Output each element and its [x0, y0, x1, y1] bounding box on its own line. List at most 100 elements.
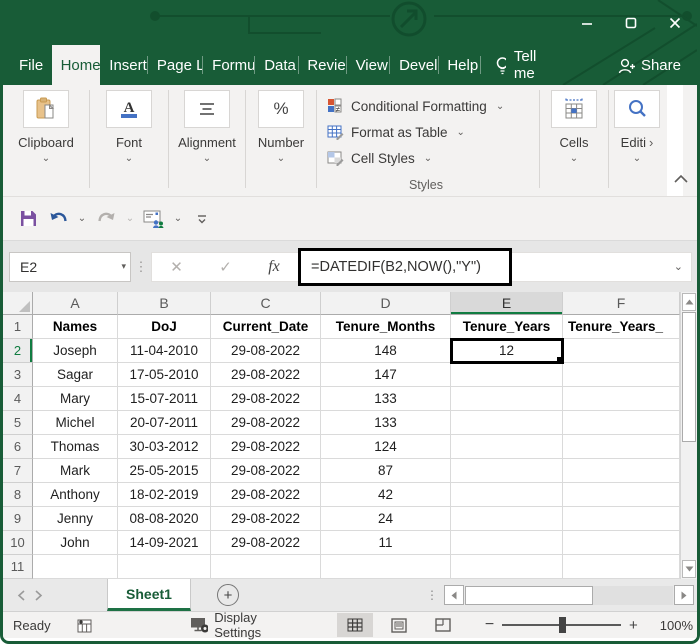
tab-file[interactable]: File [3, 45, 52, 85]
cell-E6[interactable] [451, 435, 563, 459]
redo-dropdown-icon[interactable]: ⌄ [123, 213, 137, 224]
row-header-7[interactable]: 7 [3, 459, 33, 483]
vertical-scroll-thumb[interactable] [682, 312, 696, 442]
cell-A8[interactable]: Anthony [33, 483, 118, 507]
cell-C2[interactable]: 29-08-2022 [211, 339, 321, 363]
cell-D6[interactable]: 124 [321, 435, 451, 459]
cell-A7[interactable]: Mark [33, 459, 118, 483]
cell-D3[interactable]: 147 [321, 363, 451, 387]
horizontal-scrollbar[interactable] [444, 579, 697, 611]
row-header-6[interactable]: 6 [3, 435, 33, 459]
column-header-C[interactable]: C [211, 292, 321, 315]
cell-F5[interactable] [563, 411, 680, 435]
row-header-10[interactable]: 10 [3, 531, 33, 555]
macro-record-button[interactable] [77, 618, 92, 633]
cell-C10[interactable]: 29-08-2022 [211, 531, 321, 555]
tab-page-layout[interactable]: Page L [148, 45, 203, 85]
cell-A1[interactable]: Names [33, 315, 118, 339]
cell-D5[interactable]: 133 [321, 411, 451, 435]
share-button[interactable]: Share [601, 45, 697, 85]
page-layout-view-button[interactable] [381, 613, 417, 637]
column-header-E[interactable]: E [451, 292, 563, 315]
horizontal-scroll-track[interactable] [593, 586, 673, 605]
cell-C3[interactable]: 29-08-2022 [211, 363, 321, 387]
formula-bar-handle-icon[interactable]: ⋮ [131, 259, 151, 275]
cell-B4[interactable]: 15-07-2011 [118, 387, 211, 411]
maximize-button[interactable] [609, 6, 653, 40]
tab-insert[interactable]: Insert [100, 45, 147, 85]
tab-data[interactable]: Data [255, 45, 297, 85]
tab-view[interactable]: View [347, 45, 390, 85]
font-group-button[interactable]: A Font ⌄ [90, 85, 168, 196]
row-header-2[interactable]: 2 [3, 339, 33, 363]
scroll-up-button[interactable] [682, 293, 696, 311]
tab-strip-handle-icon[interactable]: ⋮ [420, 588, 444, 602]
cell-F1[interactable]: Tenure_Years_ [563, 315, 680, 339]
alignment-group-button[interactable]: Alignment ⌄ [169, 85, 245, 196]
cell-E3[interactable] [451, 363, 563, 387]
zoom-level[interactable]: 100% [656, 618, 697, 633]
cell-F10[interactable] [563, 531, 680, 555]
cell-C5[interactable]: 29-08-2022 [211, 411, 321, 435]
row-header-11[interactable]: 11 [3, 555, 33, 579]
alignment-button[interactable] [184, 90, 230, 128]
cell-C7[interactable]: 29-08-2022 [211, 459, 321, 483]
cell-A11[interactable] [33, 555, 118, 579]
cell-D11[interactable] [321, 555, 451, 579]
cell-E4[interactable] [451, 387, 563, 411]
cell-E8[interactable] [451, 483, 563, 507]
tab-home[interactable]: Home [52, 45, 101, 85]
cell-E11[interactable] [451, 555, 563, 579]
save-button[interactable] [15, 206, 41, 232]
scroll-left-button[interactable] [444, 585, 464, 605]
cell-F6[interactable] [563, 435, 680, 459]
row-header-8[interactable]: 8 [3, 483, 33, 507]
next-sheet-icon[interactable] [35, 590, 43, 601]
minimize-button[interactable] [565, 6, 609, 40]
scroll-down-button[interactable] [682, 560, 696, 578]
column-header-D[interactable]: D [321, 292, 451, 315]
cell-F9[interactable] [563, 507, 680, 531]
cells-button[interactable] [551, 90, 597, 128]
cell-B7[interactable]: 25-05-2015 [118, 459, 211, 483]
cell-D10[interactable]: 11 [321, 531, 451, 555]
clipboard-button[interactable] [23, 90, 69, 128]
cell-F11[interactable] [563, 555, 680, 579]
cell-E2[interactable]: 12 [451, 339, 563, 363]
tab-formulas[interactable]: Formu [203, 45, 254, 85]
cell-E9[interactable] [451, 507, 563, 531]
cell-C6[interactable]: 29-08-2022 [211, 435, 321, 459]
email-button[interactable] [141, 206, 167, 232]
cell-B3[interactable]: 17-05-2010 [118, 363, 211, 387]
cell-A4[interactable]: Mary [33, 387, 118, 411]
vertical-scroll-track[interactable] [681, 442, 697, 559]
formula-text[interactable]: =DATEDIF(B2,NOW(),"Y") [311, 259, 481, 275]
cell-A5[interactable]: Michel [33, 411, 118, 435]
editing-group-button[interactable]: Editi › ⌄ [609, 85, 665, 196]
new-sheet-button[interactable]: + [217, 584, 239, 606]
cell-E10[interactable] [451, 531, 563, 555]
cell-B9[interactable]: 08-08-2020 [118, 507, 211, 531]
cells-group-button[interactable]: Cells ⌄ [540, 85, 608, 196]
cell-D8[interactable]: 42 [321, 483, 451, 507]
cell-C4[interactable]: 29-08-2022 [211, 387, 321, 411]
email-dropdown-icon[interactable]: ⌄ [171, 213, 185, 224]
cell-F2[interactable] [563, 339, 680, 363]
cancel-icon[interactable]: ✕ [170, 258, 183, 276]
display-settings-button[interactable]: Display Settings [190, 610, 301, 640]
tab-help[interactable]: Help [438, 45, 480, 85]
font-button[interactable]: A [106, 90, 152, 128]
cell-F7[interactable] [563, 459, 680, 483]
cell-F8[interactable] [563, 483, 680, 507]
cell-B10[interactable]: 14-09-2021 [118, 531, 211, 555]
cell-F4[interactable] [563, 387, 680, 411]
cell-E1[interactable]: Tenure_Years [451, 315, 563, 339]
tab-review[interactable]: Revie [298, 45, 345, 85]
cell-B8[interactable]: 18-02-2019 [118, 483, 211, 507]
previous-sheet-icon[interactable] [17, 590, 25, 601]
sheet-tab-sheet1[interactable]: Sheet1 [107, 579, 191, 611]
format-as-table-button[interactable]: Format as Table ⌄ [327, 119, 539, 145]
cell-C8[interactable]: 29-08-2022 [211, 483, 321, 507]
cell-E5[interactable] [451, 411, 563, 435]
normal-view-button[interactable] [337, 613, 373, 637]
